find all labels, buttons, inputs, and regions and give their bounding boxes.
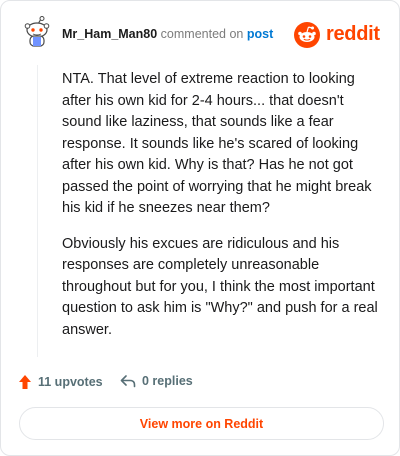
comment-body: NTA. That level of extreme reaction to l…: [62, 69, 380, 355]
reply-count: 0 replies: [142, 374, 193, 388]
reply-button[interactable]: 0 replies: [120, 374, 193, 388]
embedded-comment-card: Mr_Ham_Man80 commented on post reddit NT…: [0, 0, 400, 456]
comment-header: Mr_Ham_Man80 commented on post reddit: [21, 15, 383, 55]
upvote-arrow-icon: [19, 375, 31, 389]
comment-paragraph: Obviously his excues are ridiculous and …: [62, 235, 378, 338]
reddit-logo-icon: [294, 22, 320, 48]
upvote-button[interactable]: 11 upvotes: [18, 374, 103, 390]
snoo-avatar-icon[interactable]: [21, 15, 53, 49]
commented-on-text: commented on: [160, 27, 244, 41]
username[interactable]: Mr_Ham_Man80: [62, 27, 157, 41]
reddit-wordmark: reddit: [326, 23, 380, 45]
view-more-on-reddit-button[interactable]: View more on Reddit: [19, 407, 384, 440]
comment-paragraph: NTA. That level of extreme reaction to l…: [62, 71, 372, 216]
comment-meta: Mr_Ham_Man80 commented on post: [62, 27, 273, 41]
upvote-count: 11 upvotes: [38, 375, 103, 389]
post-link[interactable]: post: [247, 27, 273, 41]
reddit-brand[interactable]: reddit: [293, 21, 383, 49]
reply-arrow-icon: [120, 375, 136, 388]
comment-actions: 11 upvotes 0 replies: [18, 374, 318, 394]
thread-line[interactable]: [37, 65, 38, 357]
